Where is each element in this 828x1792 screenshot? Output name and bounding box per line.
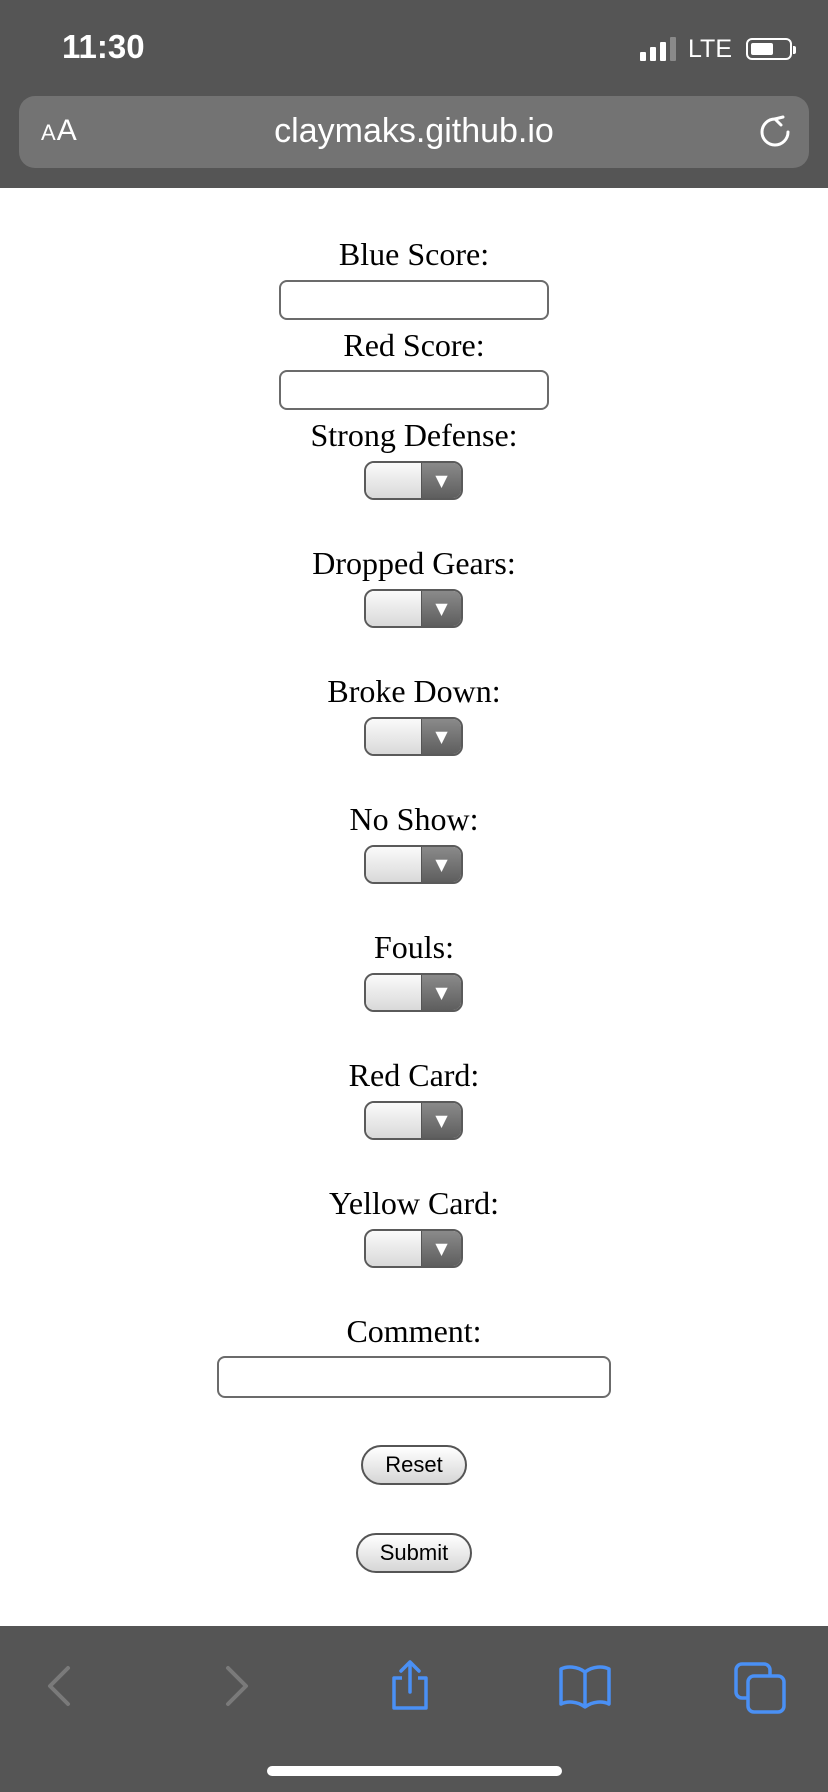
bookmarks-icon[interactable] xyxy=(555,1656,615,1716)
select-value xyxy=(366,1231,421,1266)
status-indicators: LTE xyxy=(640,34,796,64)
reset-button[interactable]: Reset xyxy=(361,1445,467,1485)
comment-label: Comment: xyxy=(346,1313,482,1349)
select-value xyxy=(366,719,421,754)
chevron-down-icon: ▼ xyxy=(421,591,461,626)
select-value xyxy=(366,847,421,882)
no-show-label: No Show: xyxy=(349,801,479,837)
select-value xyxy=(366,975,421,1010)
select-value xyxy=(366,1103,421,1138)
chevron-down-icon: ▼ xyxy=(421,719,461,754)
chevron-down-icon: ▼ xyxy=(421,1231,461,1266)
yellow-card-label: Yellow Card: xyxy=(328,1185,500,1221)
forward-icon[interactable] xyxy=(206,1656,266,1716)
status-time: 11:30 xyxy=(62,28,145,65)
url-text[interactable]: claymaks.github.io xyxy=(19,112,809,151)
network-label: LTE xyxy=(688,34,732,63)
battery-icon xyxy=(746,38,796,60)
yellow-card-select[interactable]: ▼ xyxy=(364,1229,463,1268)
red-score-label: Red Score: xyxy=(343,327,485,363)
chevron-down-icon: ▼ xyxy=(421,847,461,882)
chevron-down-icon: ▼ xyxy=(421,975,461,1010)
battery-fill xyxy=(751,43,773,55)
strong-defense-label: Strong Defense: xyxy=(310,417,518,453)
chevron-down-icon: ▼ xyxy=(421,1103,461,1138)
blue-score-input[interactable] xyxy=(279,280,549,320)
browser-top-bar: 11:30 LTE AA claymaks.github.io xyxy=(0,0,828,188)
fouls-select[interactable]: ▼ xyxy=(364,973,463,1012)
broke-down-select[interactable]: ▼ xyxy=(364,717,463,756)
select-value xyxy=(366,591,421,626)
chevron-down-icon: ▼ xyxy=(421,463,461,498)
strong-defense-select[interactable]: ▼ xyxy=(364,461,463,500)
broke-down-label: Broke Down: xyxy=(327,673,501,709)
dropped-gears-select[interactable]: ▼ xyxy=(364,589,463,628)
home-indicator[interactable] xyxy=(267,1766,562,1776)
signal-icon xyxy=(640,37,676,61)
fouls-label: Fouls: xyxy=(373,929,455,965)
share-icon[interactable] xyxy=(380,1656,440,1716)
red-score-input[interactable] xyxy=(279,370,549,410)
tabs-icon[interactable] xyxy=(730,1656,790,1716)
select-value xyxy=(366,463,421,498)
no-show-select[interactable]: ▼ xyxy=(364,845,463,884)
red-card-select[interactable]: ▼ xyxy=(364,1101,463,1140)
red-card-label: Red Card: xyxy=(348,1057,480,1093)
dropped-gears-label: Dropped Gears: xyxy=(312,545,516,581)
blue-score-label: Blue Score: xyxy=(338,236,490,272)
submit-button[interactable]: Submit xyxy=(356,1533,472,1573)
reload-icon[interactable] xyxy=(757,114,793,150)
address-bar[interactable]: AA claymaks.github.io xyxy=(19,96,809,168)
comment-input[interactable] xyxy=(217,1356,611,1398)
back-icon[interactable] xyxy=(32,1656,92,1716)
